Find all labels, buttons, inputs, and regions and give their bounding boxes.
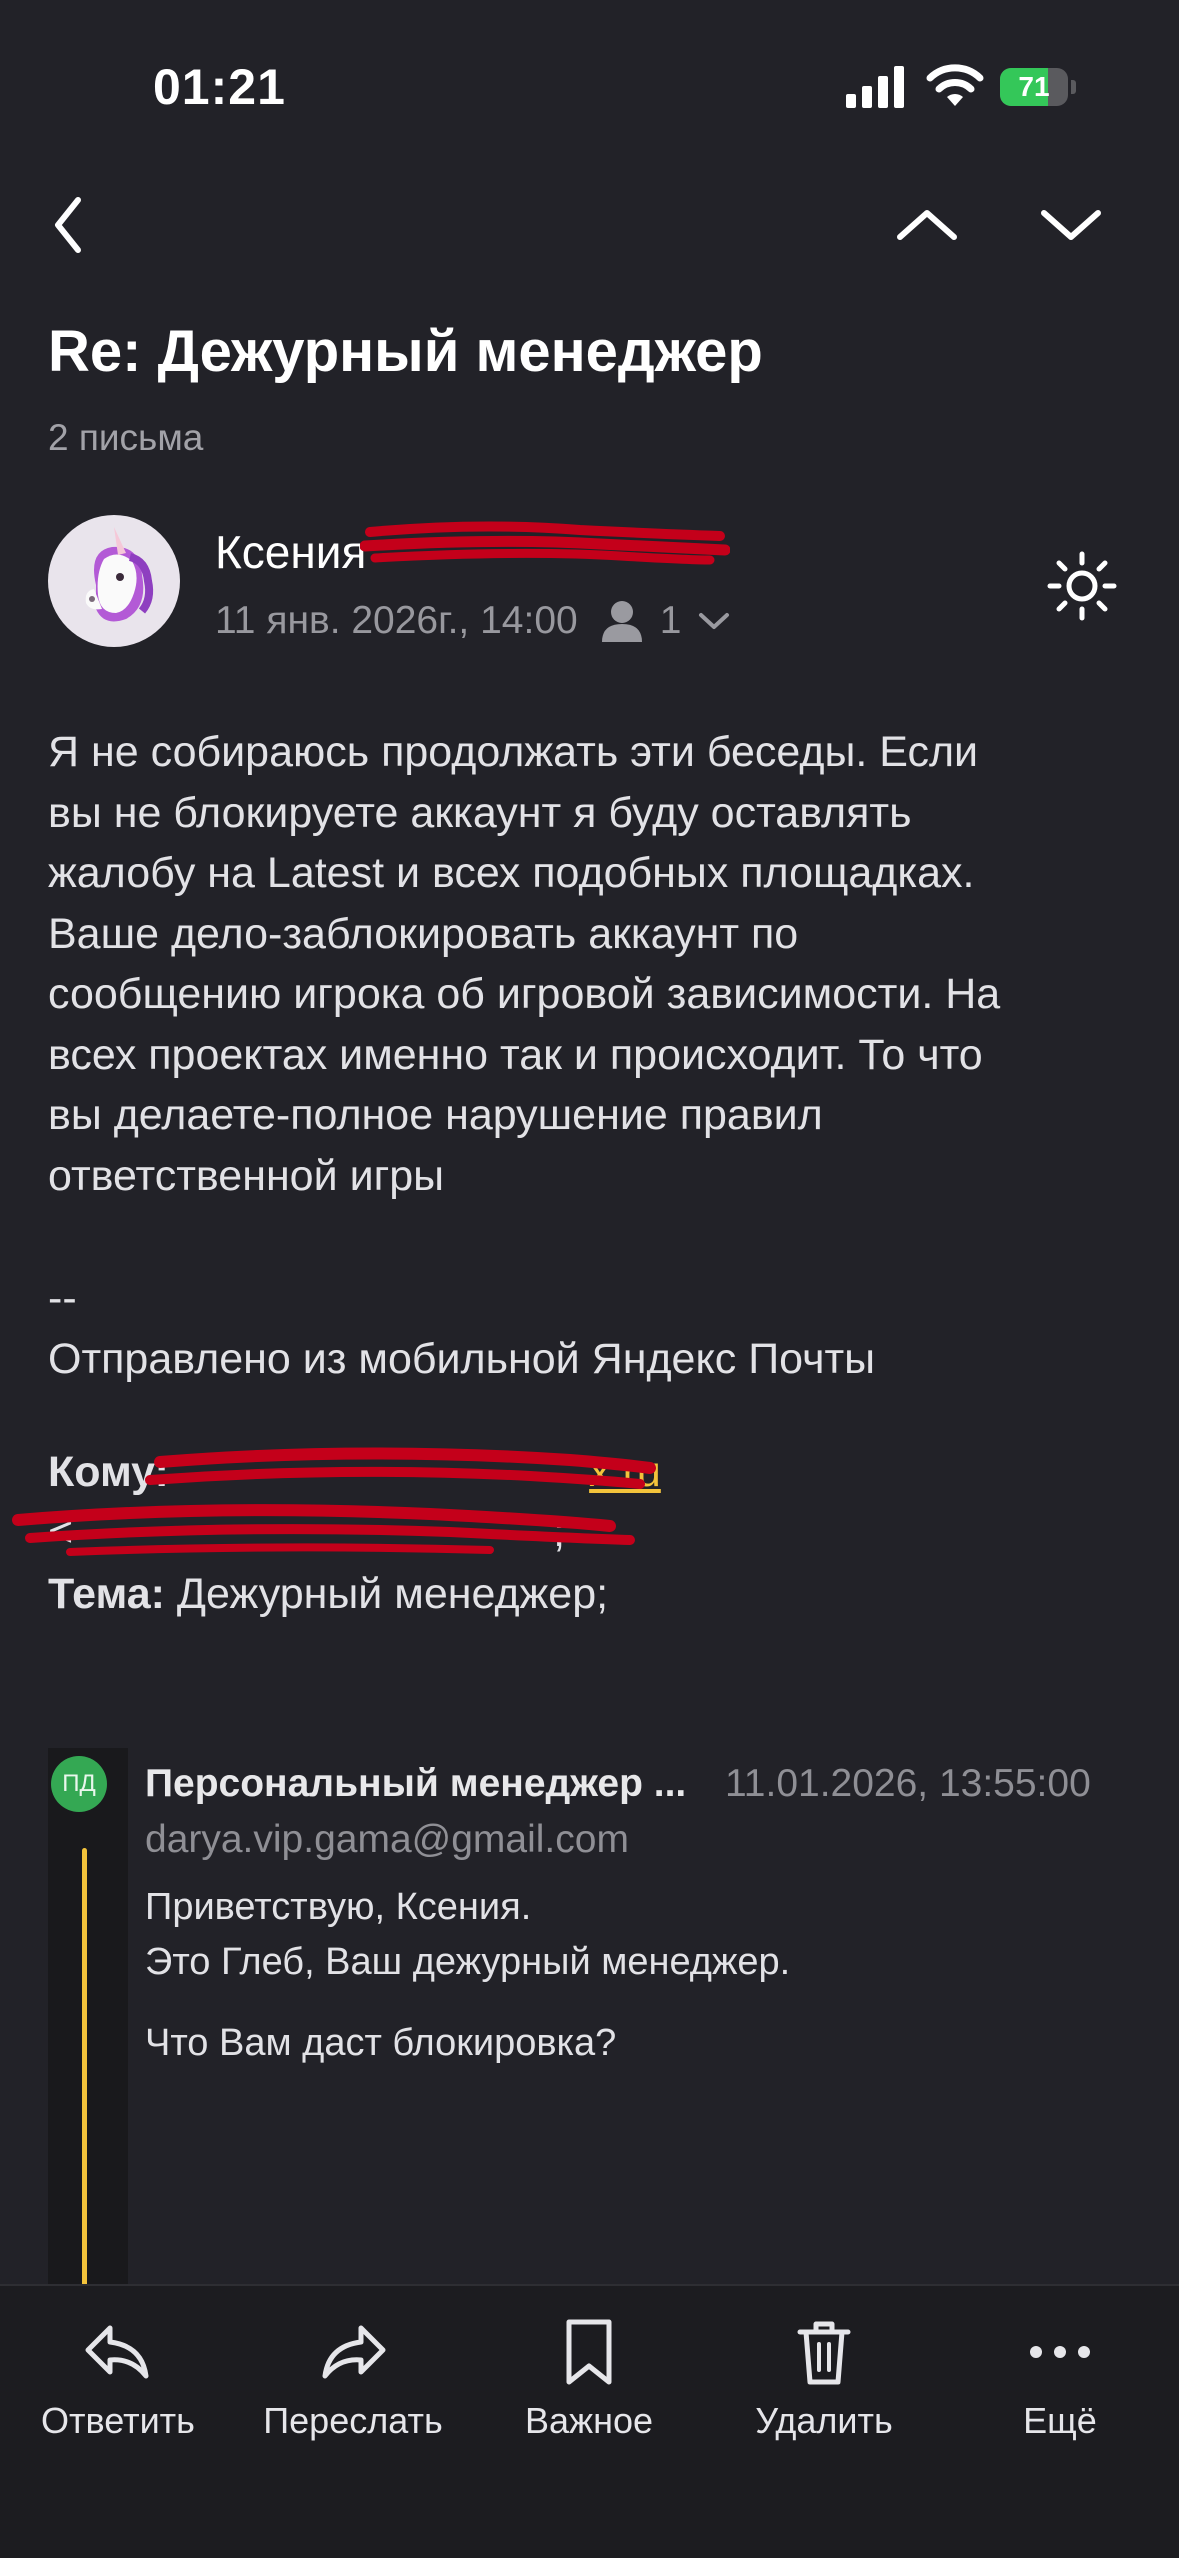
reply-button[interactable]: Ответить xyxy=(8,2314,228,2442)
next-message-chevron-down-icon[interactable] xyxy=(1034,195,1108,255)
back-chevron-icon[interactable] xyxy=(40,190,100,260)
quoted-date: 11.01.2026, 13:55:00 xyxy=(725,1762,1091,1805)
recipients-count[interactable]: 1 xyxy=(660,599,682,643)
more-label: Ещё xyxy=(1023,2400,1097,2441)
battery-indicator: 71 xyxy=(1000,68,1078,106)
message-body: Я не собираюсь продолжать эти беседы. Ес… xyxy=(48,728,1001,1200)
quoted-body: Приветствую, Ксения. Это Глеб, Ваш дежур… xyxy=(145,1886,791,1983)
status-time: 01:21 xyxy=(153,59,286,115)
thread-message-count: 2 письма xyxy=(48,417,204,458)
battery-percent: 71 xyxy=(1018,71,1050,102)
wifi-icon xyxy=(926,64,984,106)
delete-button[interactable]: Удалить xyxy=(714,2314,934,2442)
to-line2-separator: ; xyxy=(553,1508,566,1556)
bottom-toolbar: Ответить Переслать Важное Удалить Ещё xyxy=(0,2284,1179,2558)
thread-subject: Re: Дежурный менеджер xyxy=(48,319,763,384)
person-icon xyxy=(601,601,642,642)
more-dots-icon xyxy=(1030,2346,1090,2358)
sender-surname-redaction xyxy=(360,521,730,565)
quoted-sender-name[interactable]: Персональный менеджер ... xyxy=(145,1762,686,1806)
forward-icon xyxy=(322,2325,386,2379)
sun-theme-icon[interactable] xyxy=(1046,550,1118,622)
topic-value: Дежурный менеджер; xyxy=(176,1570,609,1618)
trash-icon xyxy=(797,2321,851,2385)
to-label: Кому: xyxy=(48,1448,169,1496)
quoted-sender-email[interactable]: darya.vip.gama@gmail.com xyxy=(145,1818,629,1862)
cellular-signal-icon xyxy=(846,66,904,108)
to-email-link[interactable]: x.ru xyxy=(181,1448,661,1497)
sender-name[interactable]: Ксения xyxy=(215,525,366,579)
important-label: Важное xyxy=(524,2400,654,2441)
quote-gutter xyxy=(48,1748,128,2288)
topic-label: Тема: xyxy=(48,1570,165,1618)
important-button[interactable]: Важное xyxy=(479,2314,699,2442)
quoted-question: Что Вам даст блокировка? xyxy=(145,2022,617,2064)
expand-recipients-chevron-icon[interactable] xyxy=(697,610,731,632)
sender-first-name: Ксения xyxy=(215,526,367,578)
quoted-header-to-continued: < ; xyxy=(48,1508,566,1557)
more-button[interactable]: Ещё xyxy=(950,2314,1170,2442)
quoted-header-to: Кому: x.ru xyxy=(48,1448,661,1497)
sender-avatar[interactable] xyxy=(48,515,180,647)
reply-icon xyxy=(85,2325,149,2379)
forward-label: Переслать xyxy=(263,2400,443,2441)
unicorn-avatar-icon xyxy=(85,527,154,622)
quoted-sender-avatar[interactable]: ПД xyxy=(51,1756,107,1812)
to-email-link-2[interactable] xyxy=(73,1508,553,1557)
previous-message-chevron-up-icon[interactable] xyxy=(890,195,964,255)
reply-label: Ответить xyxy=(41,2400,195,2441)
bookmark-icon xyxy=(566,2319,612,2385)
message-meta: 11 янв. 2026г., 14:00 1 xyxy=(215,598,731,644)
message-date: 11 янв. 2026г., 14:00 xyxy=(215,599,578,642)
delete-label: Удалить xyxy=(755,2400,893,2441)
quote-bar xyxy=(82,1848,87,2288)
quoted-header-topic: Тема: Дежурный менеджер; xyxy=(48,1570,608,1619)
to-email-link-visible-part: x.ru xyxy=(589,1448,661,1496)
message-signature: -- Отправлено из мобильной Яндекс Почты xyxy=(48,1274,876,1383)
forward-button[interactable]: Переслать xyxy=(243,2314,463,2442)
